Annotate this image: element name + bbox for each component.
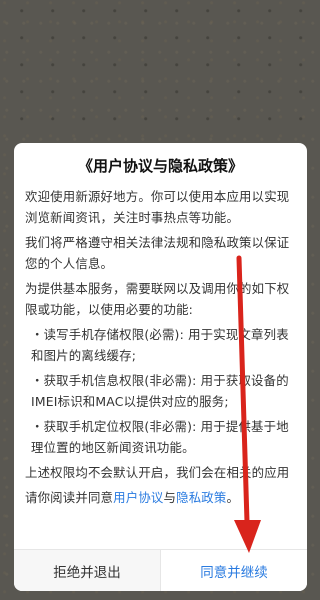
- and-text: 与: [163, 490, 177, 505]
- dialog-body: 欢迎使用新源好地方。你可以使用本应用以实现浏览新闻资讯，关注时事热点等功能。 我…: [25, 186, 301, 512]
- intro-text: 欢迎使用新源好地方。你可以使用本应用以实现浏览新闻资讯，关注时事热点等功能。: [25, 189, 290, 225]
- default-off-text: 上述权限均不会默认开启，我们会在相关的应用: [25, 465, 290, 480]
- decline-exit-button[interactable]: 拒绝并退出: [14, 550, 161, 591]
- phone-info-permission-item: ・获取手机信息权限(非必需): 用于获取设备的IMEI标识和MAC以提供对应的服…: [31, 373, 289, 409]
- dialog-button-bar: 拒绝并退出 同意并继续: [14, 549, 307, 591]
- privacy-policy-link[interactable]: 隐私政策: [176, 490, 226, 505]
- dialog-title: 《用户协议与隐私政策》: [77, 157, 243, 175]
- consent-suffix: 。: [226, 490, 240, 505]
- compliance-text: 我们将严格遵守相关法律法规和隐私政策以保证您的个人信息。: [25, 235, 290, 271]
- privacy-dialog: 《用户协议与隐私政策》 欢迎使用新源好地方。你可以使用本应用以实现浏览新闻资讯，…: [14, 143, 307, 591]
- consent-prefix: 请你阅读并同意: [25, 490, 114, 505]
- location-permission-item: ・获取手机定位权限(非必需): 用于提供基于地理位置的地区新闻资讯功能。: [31, 419, 289, 455]
- agree-continue-button[interactable]: 同意并继续: [161, 550, 307, 591]
- storage-permission-item: ・读写手机存储权限(必需): 用于实现文章列表和图片的离线缓存;: [31, 327, 289, 363]
- consent-line: 请你阅读并同意用户协议与隐私政策。: [25, 487, 301, 508]
- user-agreement-link[interactable]: 用户协议: [113, 490, 163, 505]
- permissions-intro-text: 为提供基本服务，需要联网以及调用你的如下权限或功能，以使用必要的功能:: [25, 281, 290, 317]
